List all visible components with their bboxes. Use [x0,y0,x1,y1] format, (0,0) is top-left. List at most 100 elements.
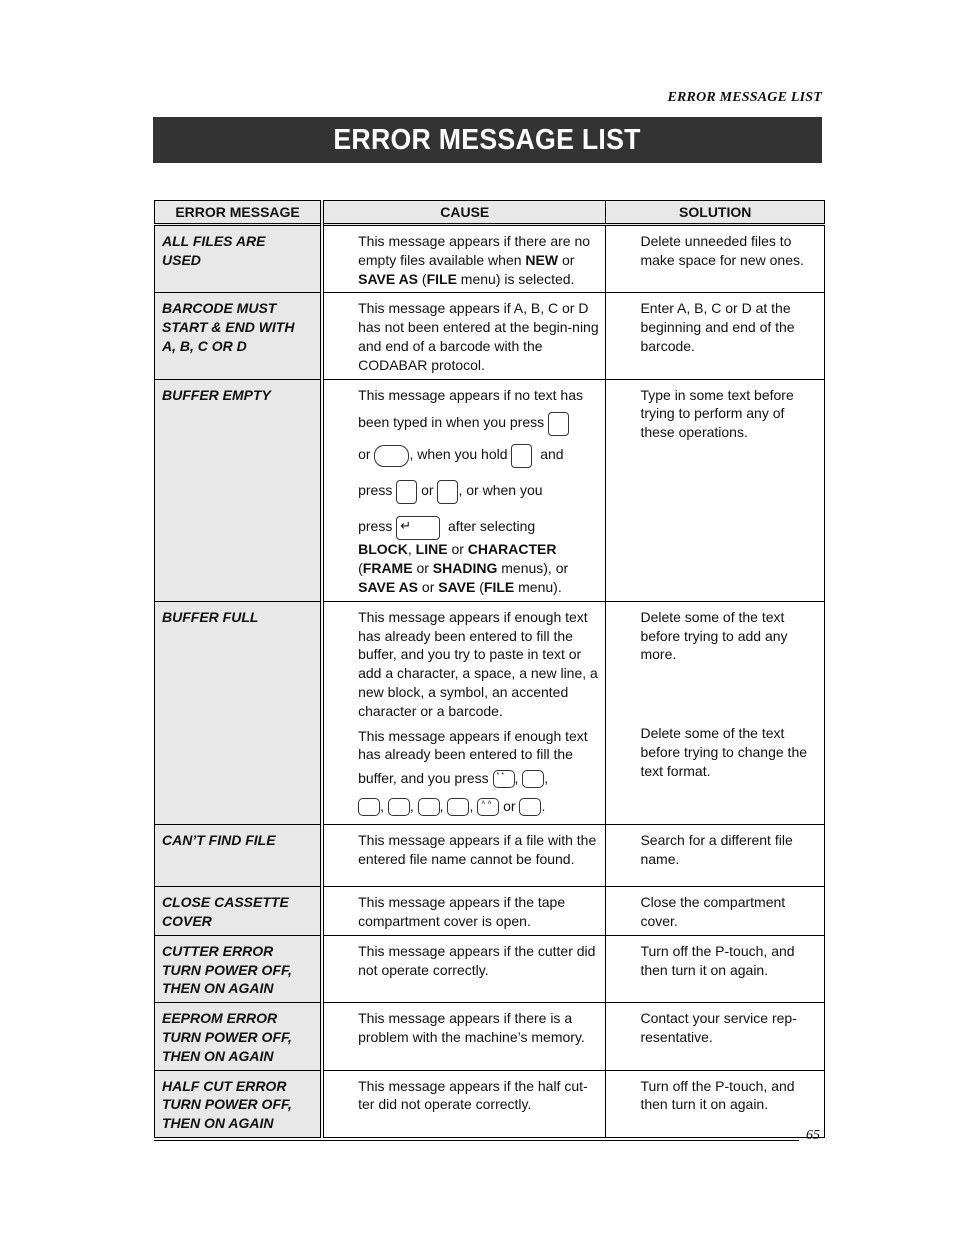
key-icon [417,798,440,817]
cause-cell: This message appears if there are no emp… [321,223,607,294]
table-row: HALF CUT ERROR TURN POWER OFF, THEN ON A… [154,1069,825,1138]
cause-line: press or , or when you [358,472,599,508]
solution-cell: Turn off the P-touch, and then turn it o… [605,1069,825,1138]
cause-cell: This message appears if the half cut-ter… [321,1069,607,1138]
cause-text: press [358,482,393,499]
cause-text: , [407,541,416,558]
cause-text: or [418,578,439,595]
cause-line: , , , , ˄˄ or . [358,792,599,820]
error-text: BARCODE MUST [162,300,277,317]
running-head: ERROR MESSAGE LIST [667,90,822,105]
error-text: USED [162,251,201,268]
error-cell: HALF CUT ERROR TURN POWER OFF, THEN ON A… [154,1069,325,1138]
error-text: START & END WITH [162,319,295,336]
enter-key-icon: ↵ [396,515,441,540]
error-text: CUTTER ERROR [162,942,274,959]
menu-shading: SHADING [432,560,498,577]
error-text: TURN POWER OFF, [162,961,292,978]
cause-cell: This message appears if A, B, C or D has… [321,292,607,380]
key-icon [519,798,542,817]
header-cause: CAUSE [321,200,607,226]
cause-text: ( [418,270,427,287]
menu-save-as: SAVE AS [358,578,419,595]
cause-text: This message appears if no text has [358,386,584,403]
table-row: CUTTER ERROR TURN POWER OFF, THEN ON AGA… [154,934,825,1004]
cause-text: and [540,446,564,463]
menu-line: LINE [415,541,448,558]
solution-cell: Search for a different file name. [605,824,825,888]
solution-cell: Delete some of the text before trying to… [605,600,825,826]
cause-cell: This message appears if enough text has … [321,600,607,826]
cause-text: menus), or [497,560,569,577]
cause-cell: This message appears if no text has been… [321,378,607,602]
title-bar: ERROR MESSAGE LIST [153,117,822,163]
error-text: CAN’T FIND FILE [162,832,276,849]
menu-save-as: SAVE AS [358,270,419,287]
cause-text: This message appears if enough text has … [358,608,598,719]
menu-block: BLOCK [358,541,408,558]
cause-cell: This message appears if the tape compart… [321,886,607,936]
solution-text: Delete some of the text before trying to… [640,608,788,663]
error-cell: BUFFER EMPTY [154,378,325,602]
table-row: CLOSE CASSETTE COVER This message appear… [154,886,825,936]
cause-text: or [503,798,516,815]
error-text: A, B, C OR D [162,337,247,354]
cause-text: press [358,518,393,535]
footer-rule [154,1140,799,1141]
solution-cell: Delete unneeded files to make space for … [605,223,825,294]
table-row: BUFFER FULL This message appears if enou… [154,600,825,826]
error-cell: BUFFER FULL [154,600,325,826]
solution-cell: Close the compartment cover. [605,886,825,936]
error-text: EEPROM ERROR [162,1010,278,1027]
cause-line: been typed in when you press [358,404,599,440]
error-text: BUFFER FULL [162,608,259,625]
error-cell: CAN’T FIND FILE [154,824,325,888]
error-text: COVER [162,912,212,929]
key-icon: ** [492,770,515,789]
table-row: EEPROM ERROR TURN POWER OFF, THEN ON AGA… [154,1002,825,1071]
error-message-table: ERROR MESSAGE CAUSE SOLUTION ALL FILES A… [154,200,825,1138]
cause-cell: This message appears if a file with the … [321,824,607,888]
key-icon [358,798,381,817]
error-cell: CUTTER ERROR TURN POWER OFF, THEN ON AGA… [154,934,325,1004]
menu-file: FILE [426,270,457,287]
menu-new: NEW [525,251,559,268]
space-key-icon [374,444,410,467]
error-text: TURN POWER OFF, [162,1096,292,1113]
table-header-row: ERROR MESSAGE CAUSE SOLUTION [154,200,825,226]
solution-cell: Enter A, B, C or D at the beginning and … [605,292,825,380]
key-icon [522,770,545,789]
cause-text: or [358,446,371,463]
solution-text: Delete some of the text before trying to… [640,725,808,779]
error-cell: ALL FILES ARE USED [154,223,325,294]
error-text: BUFFER EMPTY [162,386,271,403]
error-text: HALF CUT ERROR [162,1077,287,1094]
cause-text: or [421,482,434,499]
error-text: ALL FILES ARE [162,233,266,249]
key-icon [447,798,470,817]
solution-cell: Contact your service rep-resentative. [605,1002,825,1071]
cause-line: SAVE AS or SAVE (FILE menu). [358,578,599,597]
table-row: CAN’T FIND FILE This message appears if … [154,824,825,888]
cause-text: been typed in when you press [358,414,545,431]
error-cell: BARCODE MUST START & END WITH A, B, C OR… [154,292,325,380]
table-row: BUFFER EMPTY This message appears if no … [154,378,825,602]
page-title: ERROR MESSAGE LIST [333,123,642,156]
table-row: ALL FILES ARE USED This message appears … [154,223,825,294]
cause-text: or [447,541,468,558]
error-text: THEN ON AGAIN [162,980,274,997]
error-cell: CLOSE CASSETTE COVER [154,886,325,936]
cause-text: menu). [514,578,562,595]
cause-text: or [558,251,575,268]
error-text: CLOSE CASSETTE [162,894,289,911]
cause-cell: This message appears if the cutter did n… [321,934,607,1004]
key-icon [511,443,533,468]
menu-file: FILE [483,578,515,595]
cause-line: BLOCK, LINE or CHARACTER [358,540,599,559]
menu-character: CHARACTER [467,541,557,558]
header-error-message: ERROR MESSAGE [154,200,325,226]
cause-line: press ↵ after selecting [358,508,599,544]
cause-text: after selecting [448,518,536,535]
cause-text: This message appears if enough text has … [358,727,588,763]
cause-text: menu) is selected. [456,270,575,287]
